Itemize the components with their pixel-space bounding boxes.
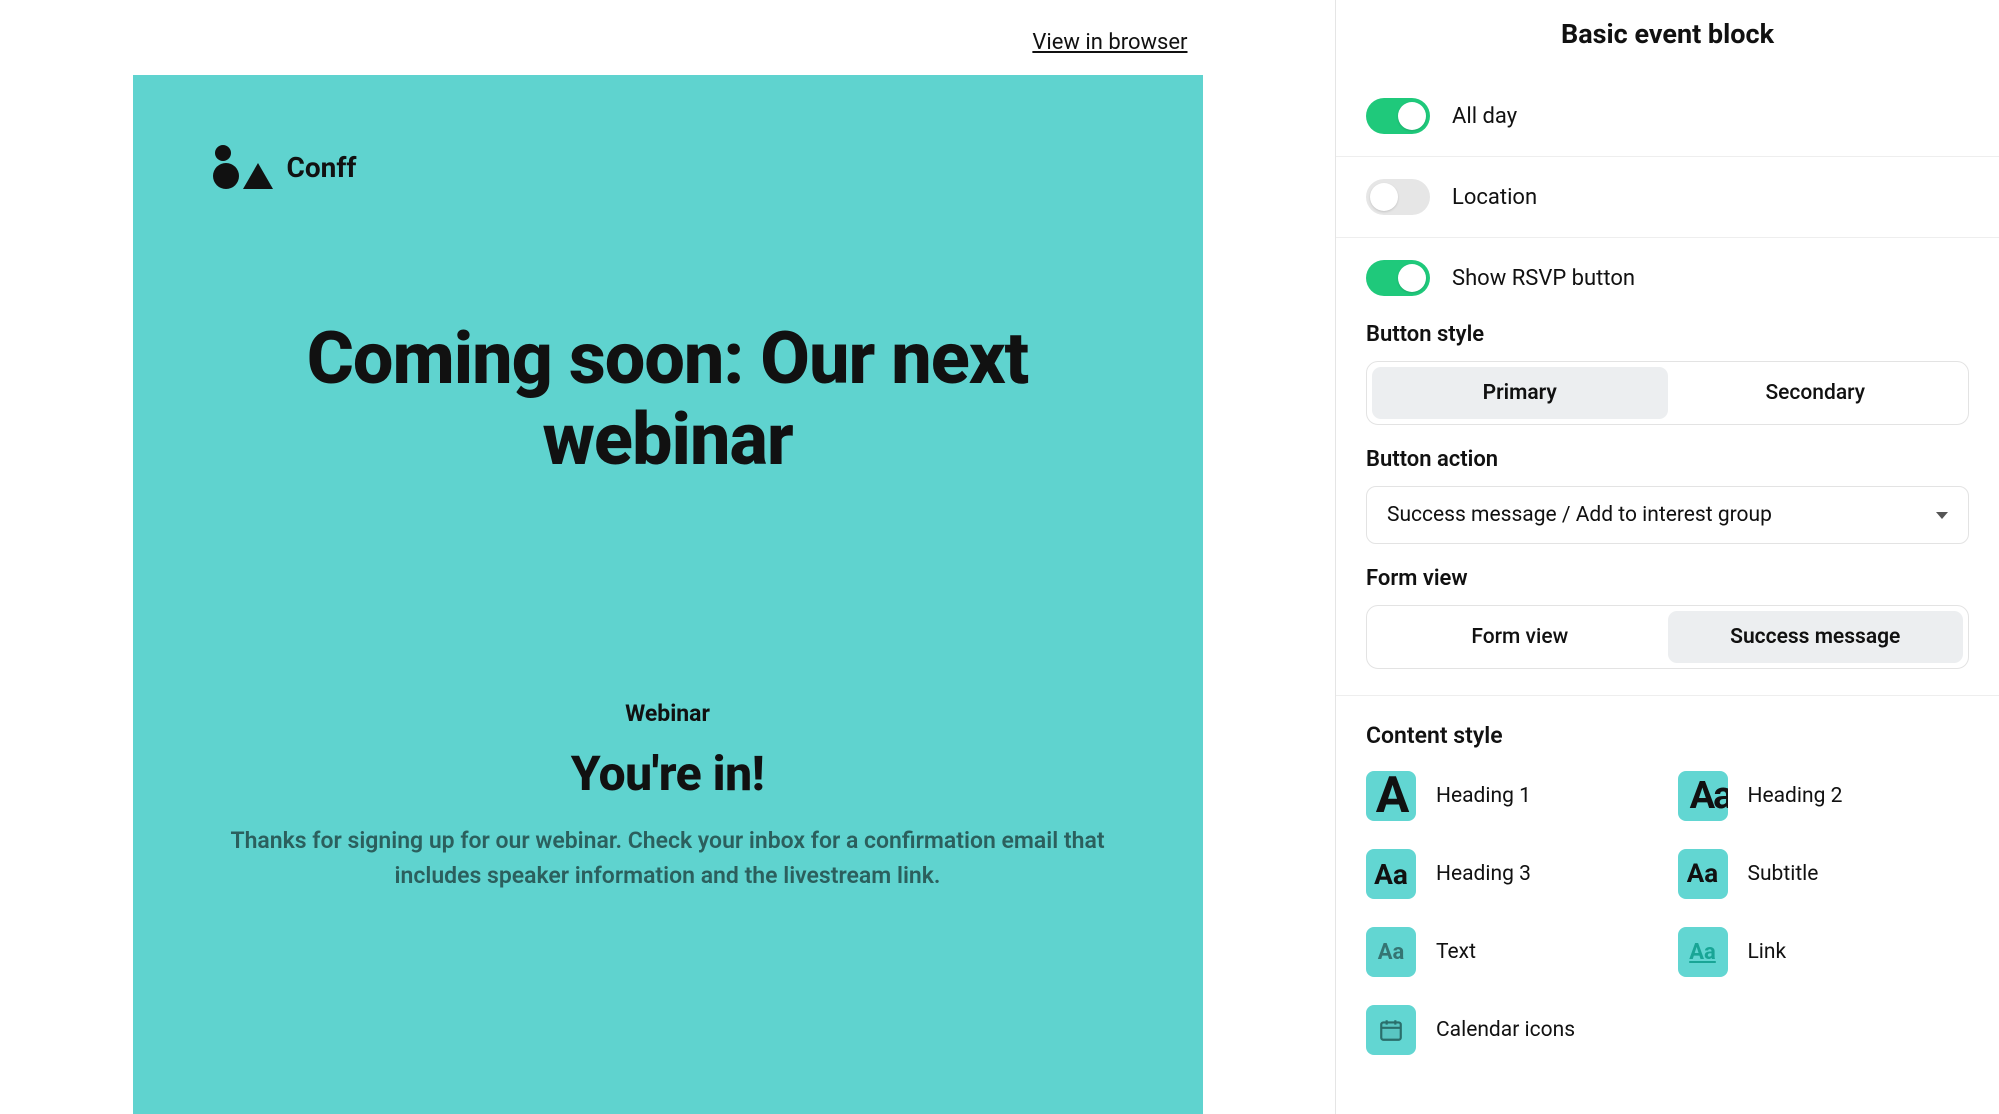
brand-name: Conff — [287, 151, 357, 184]
sidebar-title: Basic event block — [1336, 0, 1999, 76]
style-subtitle[interactable]: Aa Subtitle — [1678, 849, 1970, 899]
button-style-secondary[interactable]: Secondary — [1668, 367, 1964, 419]
button-action-value: Success message / Add to interest group — [1387, 503, 1772, 527]
style-heading-3[interactable]: Aa Heading 3 — [1366, 849, 1658, 899]
success-message-option[interactable]: Success message — [1668, 611, 1964, 663]
button-style-primary[interactable]: Primary — [1372, 367, 1668, 419]
event-description[interactable]: Thanks for signing up for our webinar. C… — [213, 824, 1123, 893]
heading-3-icon: Aa — [1366, 849, 1416, 899]
toggle-row-location: Location — [1336, 157, 1999, 238]
view-in-browser-link[interactable]: View in browser — [1032, 30, 1187, 55]
style-heading-2[interactable]: Aa Heading 2 — [1678, 771, 1970, 821]
style-heading-1[interactable]: A Heading 1 — [1366, 771, 1658, 821]
form-view-segment: Form view Success message — [1366, 605, 1969, 669]
form-view-label: Form view — [1366, 566, 1969, 591]
link-icon: Aa — [1678, 927, 1728, 977]
button-action-select[interactable]: Success message / Add to interest group — [1366, 486, 1969, 544]
rsvp-toggle[interactable] — [1366, 260, 1430, 296]
all-day-label: All day — [1452, 104, 1517, 129]
location-toggle[interactable] — [1366, 179, 1430, 215]
settings-sidebar: Basic event block All day Location Show … — [1335, 0, 1999, 1114]
subtitle-icon: Aa — [1678, 849, 1728, 899]
calendar-icon — [1366, 1005, 1416, 1055]
location-label: Location — [1452, 185, 1537, 210]
chevron-down-icon — [1936, 512, 1948, 519]
button-style-label: Button style — [1366, 322, 1969, 347]
toggle-row-all-day: All day — [1336, 76, 1999, 157]
all-day-toggle[interactable] — [1366, 98, 1430, 134]
heading-1-icon: A — [1366, 771, 1416, 821]
button-style-segment: Primary Secondary — [1366, 361, 1969, 425]
style-link[interactable]: Aa Link — [1678, 927, 1970, 977]
toggle-row-rsvp: Show RSVP button — [1336, 238, 1999, 300]
style-text[interactable]: Aa Text — [1366, 927, 1658, 977]
brand-block: Conff — [213, 145, 1123, 189]
email-card[interactable]: Conff Coming soon: Our next webinar Webi… — [133, 75, 1203, 1114]
heading-2-icon: Aa — [1678, 771, 1728, 821]
button-action-label: Button action — [1366, 447, 1969, 472]
form-view-option[interactable]: Form view — [1372, 611, 1668, 663]
content-style-label: Content style — [1366, 722, 1969, 749]
text-icon: Aa — [1366, 927, 1416, 977]
email-title[interactable]: Coming soon: Our next webinar — [213, 319, 1123, 480]
style-calendar-icons[interactable]: Calendar icons — [1366, 1005, 1658, 1055]
email-canvas: View in browser Conff Coming soon: Our n… — [0, 0, 1335, 1114]
event-headline[interactable]: You're in! — [213, 745, 1123, 802]
event-label[interactable]: Webinar — [213, 700, 1123, 727]
brand-logo-icon — [213, 145, 273, 189]
rsvp-label: Show RSVP button — [1452, 266, 1635, 291]
